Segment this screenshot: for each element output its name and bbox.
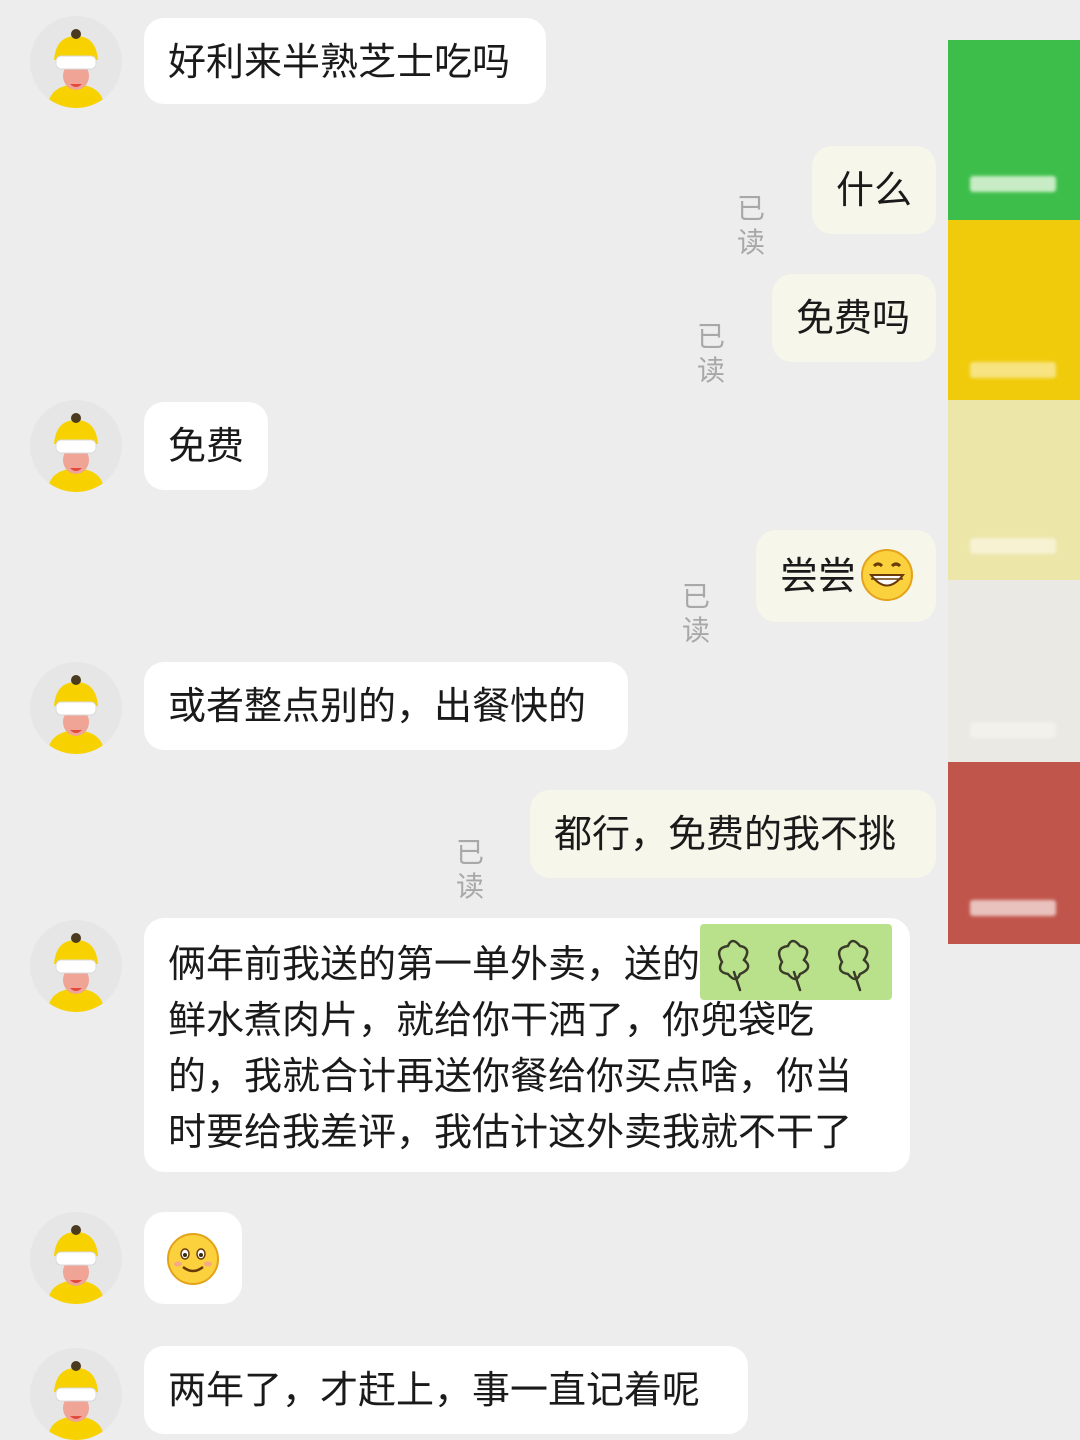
grinning-face-emoji-icon <box>861 549 913 601</box>
read-status: 已读 <box>737 192 766 259</box>
delivery-rider-avatar-icon <box>48 933 104 1012</box>
delivery-rider-avatar-icon <box>48 1361 104 1440</box>
message-text: 免费 <box>168 424 245 468</box>
delivery-rider-avatar-icon <box>48 29 104 108</box>
avatar[interactable] <box>30 920 122 1012</box>
avatar[interactable] <box>30 16 122 108</box>
message-bubble[interactable]: 免费 <box>144 402 268 490</box>
read-status: 已读 <box>682 580 711 647</box>
avatar[interactable] <box>30 662 122 754</box>
message-text: 或者整点别的，出餐快的 <box>168 684 587 728</box>
read-status: 已读 <box>456 836 485 903</box>
color-swatch-yellow <box>948 220 1080 400</box>
message-bubble[interactable] <box>144 1212 242 1304</box>
message-bubble[interactable]: 好利来半熟芝士吃吗 <box>144 18 546 104</box>
delivery-rider-avatar-icon <box>48 675 104 754</box>
message-text: 免费吗 <box>796 296 911 340</box>
read-status: 已读 <box>697 320 726 387</box>
message-text: 俩年前我送的第一单外卖，送的 <box>168 942 701 986</box>
redacted-label <box>970 538 1056 554</box>
color-swatch-pale-yellow <box>948 400 1080 580</box>
avatar[interactable] <box>30 1348 122 1440</box>
message-line: 俩年前我送的第一单外卖，送的 <box>168 924 893 1000</box>
color-swatch-red <box>948 762 1080 944</box>
message-bubble[interactable]: 都行，免费的我不挑 <box>530 790 936 878</box>
message-bubble[interactable]: 尝尝 <box>756 530 936 622</box>
avatar[interactable] <box>30 1212 122 1304</box>
message-bubble[interactable]: 或者整点别的，出餐快的 <box>144 662 628 750</box>
message-bubble[interactable]: 什么 <box>812 146 936 234</box>
message-bubble[interactable]: 俩年前我送的第一单外卖，送的 鲜水煮肉片，就给你干洒了，你兜袋吃 的，我就合计再… <box>144 918 910 1172</box>
message-text: 尝尝 <box>780 554 857 598</box>
message-bubble[interactable]: 两年了，才赶上，事一直记着呢 <box>144 1346 748 1434</box>
message-text: 都行，免费的我不挑 <box>554 812 897 856</box>
smiling-face-emoji-icon <box>167 1233 219 1285</box>
message-bubble[interactable]: 免费吗 <box>772 274 936 362</box>
message-line: 的，我就合计再送你餐给你买点啥，你当 <box>168 1054 853 1098</box>
message-text: 两年了，才赶上，事一直记着呢 <box>168 1368 701 1412</box>
redacted-label <box>970 176 1056 192</box>
delivery-rider-avatar-icon <box>48 1225 104 1304</box>
message-text: 什么 <box>836 168 913 212</box>
message-text: 好利来半熟芝士吃吗 <box>168 40 511 84</box>
message-line: 时要给我差评，我估计这外卖我就不干了 <box>168 1110 853 1154</box>
redacted-label <box>970 722 1056 738</box>
message-line: 鲜水煮肉片，就给你干洒了，你兜袋吃 <box>168 998 815 1042</box>
redacted-label <box>970 362 1056 378</box>
color-swatch-off-white <box>948 580 1080 762</box>
color-swatch-green <box>948 40 1080 220</box>
clover-sticker-icon <box>700 924 893 1000</box>
delivery-rider-avatar-icon <box>48 413 104 492</box>
avatar[interactable] <box>30 400 122 492</box>
redacted-label <box>970 900 1056 916</box>
